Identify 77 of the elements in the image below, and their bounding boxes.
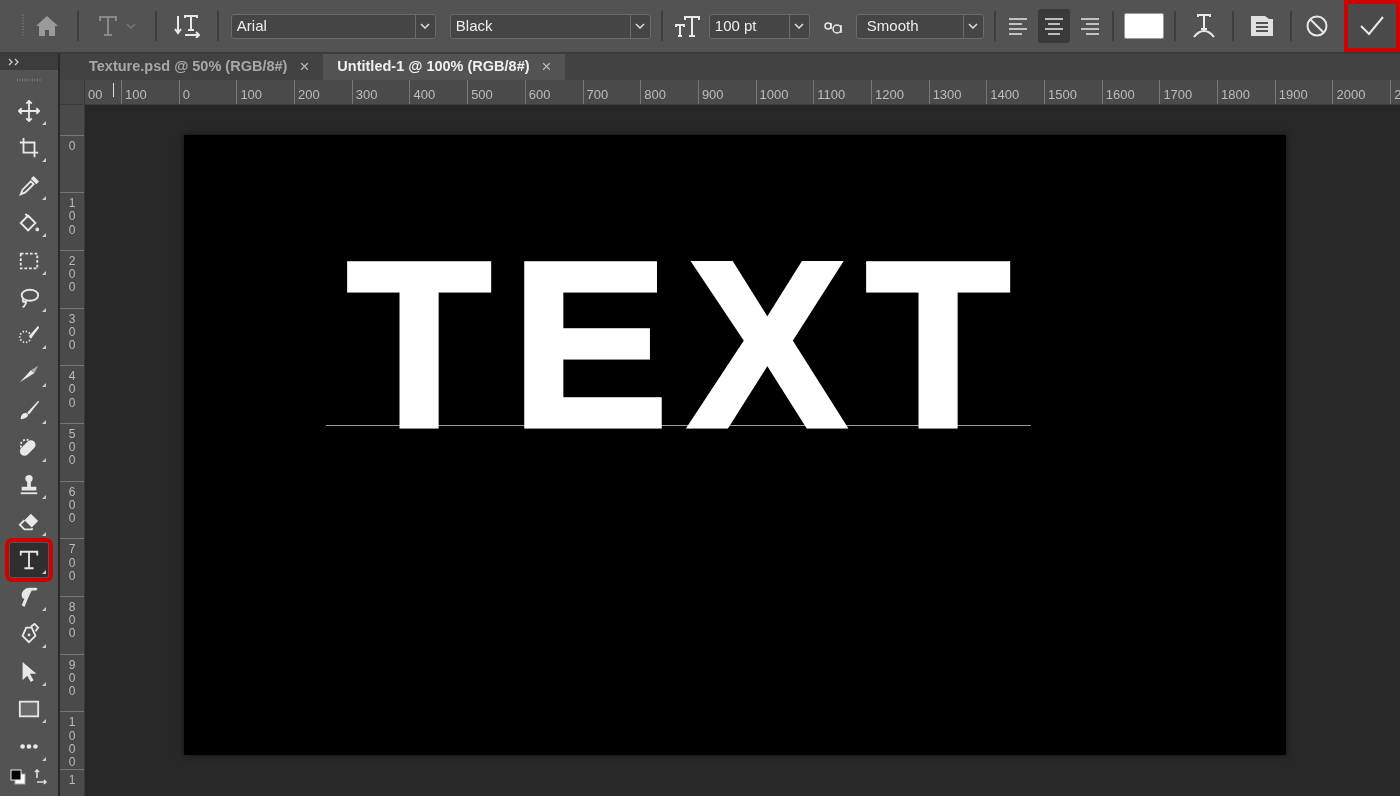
close-tab-button[interactable]: × bbox=[541, 54, 552, 80]
ruler-label: 500 bbox=[67, 425, 77, 470]
cancel-icon bbox=[1305, 14, 1329, 38]
checkmark-icon bbox=[1359, 15, 1385, 37]
ruler-label: 200 bbox=[67, 252, 77, 297]
type-icon bbox=[97, 15, 118, 37]
ruler-label: 700 bbox=[67, 541, 77, 585]
lasso-icon bbox=[18, 286, 40, 309]
ruler-label: 600 bbox=[524, 79, 583, 104]
font-size-dropdown[interactable]: 100 pt bbox=[708, 13, 810, 39]
document-tab[interactable]: Texture.psd @ 50% (RGB/8#) × bbox=[75, 54, 324, 80]
caret-icon bbox=[125, 23, 136, 29]
ruler-label: 900 bbox=[67, 656, 77, 701]
ruler-label: 1000 bbox=[67, 714, 77, 770]
more-icon bbox=[18, 743, 40, 751]
ruler-label: 700 bbox=[582, 79, 641, 104]
ruler-label: 400 bbox=[67, 368, 77, 412]
caret-icon bbox=[794, 23, 805, 29]
align-center-icon bbox=[1042, 15, 1065, 37]
ruler-label: 0 bbox=[67, 137, 77, 155]
close-tab-button[interactable]: × bbox=[299, 54, 310, 80]
caret-icon bbox=[635, 23, 646, 29]
stamp-icon bbox=[18, 473, 40, 496]
ruler-label: 1500 bbox=[1044, 79, 1102, 104]
ruler-label: 800 bbox=[640, 79, 698, 104]
panel-icon bbox=[1250, 15, 1274, 37]
ruler-label: 1200 bbox=[870, 79, 929, 104]
commit-button[interactable] bbox=[1344, 0, 1400, 52]
swap-arrows-icon bbox=[34, 769, 48, 786]
ruler-label: 500 bbox=[467, 79, 525, 104]
caret-icon bbox=[968, 23, 979, 29]
ruler-label: 400 bbox=[409, 79, 468, 104]
crop-icon bbox=[18, 137, 40, 160]
brush-icon bbox=[18, 399, 40, 422]
color-swatches-icon bbox=[10, 769, 26, 786]
ruler-label: 00 bbox=[87, 85, 104, 104]
tab-label: Untitled-1 @ 100% (RGB/8#) bbox=[337, 56, 530, 76]
ruler-label: 2000 bbox=[1332, 79, 1391, 104]
font-style-dropdown[interactable]: Black bbox=[449, 13, 651, 39]
canvas-text: TEXT bbox=[345, 249, 1031, 439]
warp-text-icon bbox=[1192, 13, 1216, 39]
ruler-label: 800 bbox=[67, 599, 77, 643]
home-icon bbox=[34, 15, 59, 37]
ruler-label: 300 bbox=[67, 310, 77, 354]
ruler-label: 1300 bbox=[928, 79, 987, 104]
document-tab[interactable]: Untitled-1 @ 100% (RGB/8#) × bbox=[323, 54, 566, 80]
anti-alias-dropdown[interactable]: Smooth bbox=[855, 13, 984, 39]
align-left-icon bbox=[1006, 15, 1029, 37]
double-chevron-icon bbox=[8, 58, 20, 66]
ruler-label: 1000 bbox=[755, 79, 814, 104]
caret-icon bbox=[420, 23, 431, 29]
tab-label: Texture.psd @ 50% (RGB/8#) bbox=[89, 56, 288, 76]
ruler-label: 100 bbox=[67, 195, 77, 239]
ruler-marker bbox=[113, 82, 114, 97]
font-size-icon bbox=[674, 15, 701, 37]
ruler-label: 1400 bbox=[986, 79, 1044, 104]
ruler-label: 1600 bbox=[1101, 79, 1160, 104]
ruler-label: 2 bbox=[1390, 79, 1400, 104]
ruler-label: 1800 bbox=[1217, 79, 1275, 104]
ruler-label: 1 bbox=[67, 772, 77, 790]
vertical-text-icon bbox=[173, 14, 200, 38]
align-center-button[interactable] bbox=[1037, 9, 1070, 43]
ruler-label: 300 bbox=[351, 79, 410, 104]
ruler-label: 100 bbox=[121, 79, 179, 104]
ruler-label: 1100 bbox=[813, 79, 871, 104]
ruler-label: 0 bbox=[178, 79, 237, 104]
ruler-label: 1900 bbox=[1274, 79, 1333, 104]
ruler-label: 200 bbox=[294, 79, 352, 104]
ruler-label: 900 bbox=[697, 79, 756, 104]
move-icon bbox=[18, 100, 40, 122]
align-right-icon bbox=[1079, 15, 1101, 37]
ruler-label: 100 bbox=[236, 79, 295, 104]
ruler-label: 1700 bbox=[1159, 79, 1218, 104]
ruler-label: 600 bbox=[67, 483, 77, 527]
font-family-dropdown[interactable]: Arial bbox=[230, 13, 436, 39]
type-icon bbox=[18, 548, 40, 571]
text-color-swatch[interactable] bbox=[1124, 13, 1164, 39]
